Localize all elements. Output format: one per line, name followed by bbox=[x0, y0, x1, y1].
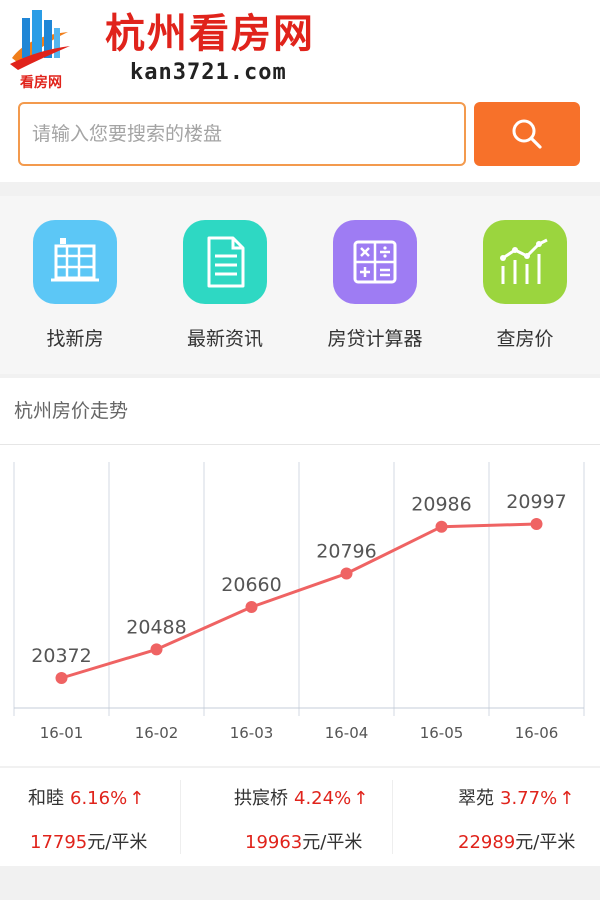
x-tick-label: 16-05 bbox=[420, 724, 464, 742]
data-point bbox=[245, 601, 258, 614]
data-point bbox=[340, 567, 353, 580]
price-trend-chart: 20372 20488 20660 20796 20986 20997 16-01 16-02… bbox=[13, 462, 585, 742]
search-button[interactable] bbox=[474, 102, 580, 166]
stat-item[interactable]: 和睦 6.16% ↑ 17795元/平米 bbox=[0, 768, 190, 866]
up-arrow-icon: ↑ bbox=[129, 788, 145, 809]
data-label: 20796 bbox=[316, 541, 376, 563]
search-icon bbox=[512, 119, 542, 149]
price-chart-icon bbox=[483, 220, 567, 304]
district-name: 和睦 bbox=[28, 788, 64, 809]
logo-building-icon bbox=[10, 10, 70, 70]
avg-price: 17795 bbox=[30, 832, 88, 853]
price-unit: 元/平米 bbox=[515, 832, 576, 853]
quick-nav: 找新房 最新资讯 房贷计算器 查房价 bbox=[0, 196, 600, 374]
section-title: 杭州房价走势 bbox=[14, 400, 129, 422]
nav-label: 最新资讯 bbox=[186, 328, 263, 350]
growth-percent: 6.16% bbox=[70, 788, 128, 809]
logo[interactable]: 看房网 bbox=[8, 6, 72, 91]
up-arrow-icon: ↑ bbox=[353, 788, 369, 809]
x-tick-label: 16-06 bbox=[515, 724, 559, 742]
data-point bbox=[55, 672, 68, 684]
nav-item-new-house[interactable]: 找新房 bbox=[0, 196, 150, 374]
data-label: 20488 bbox=[126, 616, 186, 638]
building-icon bbox=[33, 220, 117, 304]
nav-label: 找新房 bbox=[46, 328, 104, 350]
nav-label: 查房价 bbox=[496, 328, 554, 350]
stat-item[interactable]: 翠苑 3.77% ↑ 22989元/平米 bbox=[392, 768, 600, 866]
nav-label: 房贷计算器 bbox=[327, 328, 423, 350]
growth-percent: 4.24% bbox=[294, 788, 352, 809]
up-arrow-icon: ↑ bbox=[559, 788, 575, 809]
district-stats: 和睦 6.16% ↑ 17795元/平米 拱宸桥 4.24% ↑ 19963元/平米 翠… bbox=[0, 768, 600, 866]
x-tick-label: 16-03 bbox=[230, 724, 274, 742]
growth-percent: 3.77% bbox=[500, 788, 558, 809]
data-label: 20986 bbox=[411, 494, 471, 516]
header: 看房网 杭州看房网 kan3721.com bbox=[0, 0, 600, 182]
divider bbox=[180, 780, 181, 854]
data-point bbox=[435, 520, 448, 533]
brand-domain: kan3721.com bbox=[130, 60, 287, 85]
x-tick-label: 16-01 bbox=[40, 724, 84, 742]
price-unit: 元/平米 bbox=[87, 832, 148, 853]
data-label: 20372 bbox=[31, 645, 91, 667]
district-name: 拱宸桥 bbox=[234, 788, 288, 809]
divider bbox=[0, 444, 600, 445]
stat-item[interactable]: 拱宸桥 4.24% ↑ 19963元/平米 bbox=[190, 768, 390, 866]
document-icon bbox=[183, 220, 267, 304]
x-tick-label: 16-02 bbox=[135, 724, 179, 742]
x-tick-label: 16-04 bbox=[325, 724, 369, 742]
brand-title: 杭州看房网 bbox=[105, 10, 315, 57]
nav-item-news[interactable]: 最新资讯 bbox=[150, 196, 300, 374]
calculator-icon bbox=[333, 220, 417, 304]
avg-price: 19963 bbox=[245, 832, 303, 853]
district-name: 翠苑 bbox=[458, 788, 494, 809]
price-unit: 元/平米 bbox=[302, 832, 363, 853]
data-point bbox=[150, 643, 163, 656]
search-input[interactable] bbox=[18, 102, 466, 166]
nav-item-calculator[interactable]: 房贷计算器 bbox=[300, 196, 450, 374]
data-point bbox=[530, 518, 543, 530]
avg-price: 22989 bbox=[458, 832, 516, 853]
nav-item-price[interactable]: 查房价 bbox=[450, 196, 600, 374]
bottom-spacer bbox=[0, 872, 600, 900]
logo-text: 看房网 bbox=[20, 75, 62, 91]
data-label: 20997 bbox=[506, 491, 566, 513]
data-label: 20660 bbox=[221, 574, 281, 596]
